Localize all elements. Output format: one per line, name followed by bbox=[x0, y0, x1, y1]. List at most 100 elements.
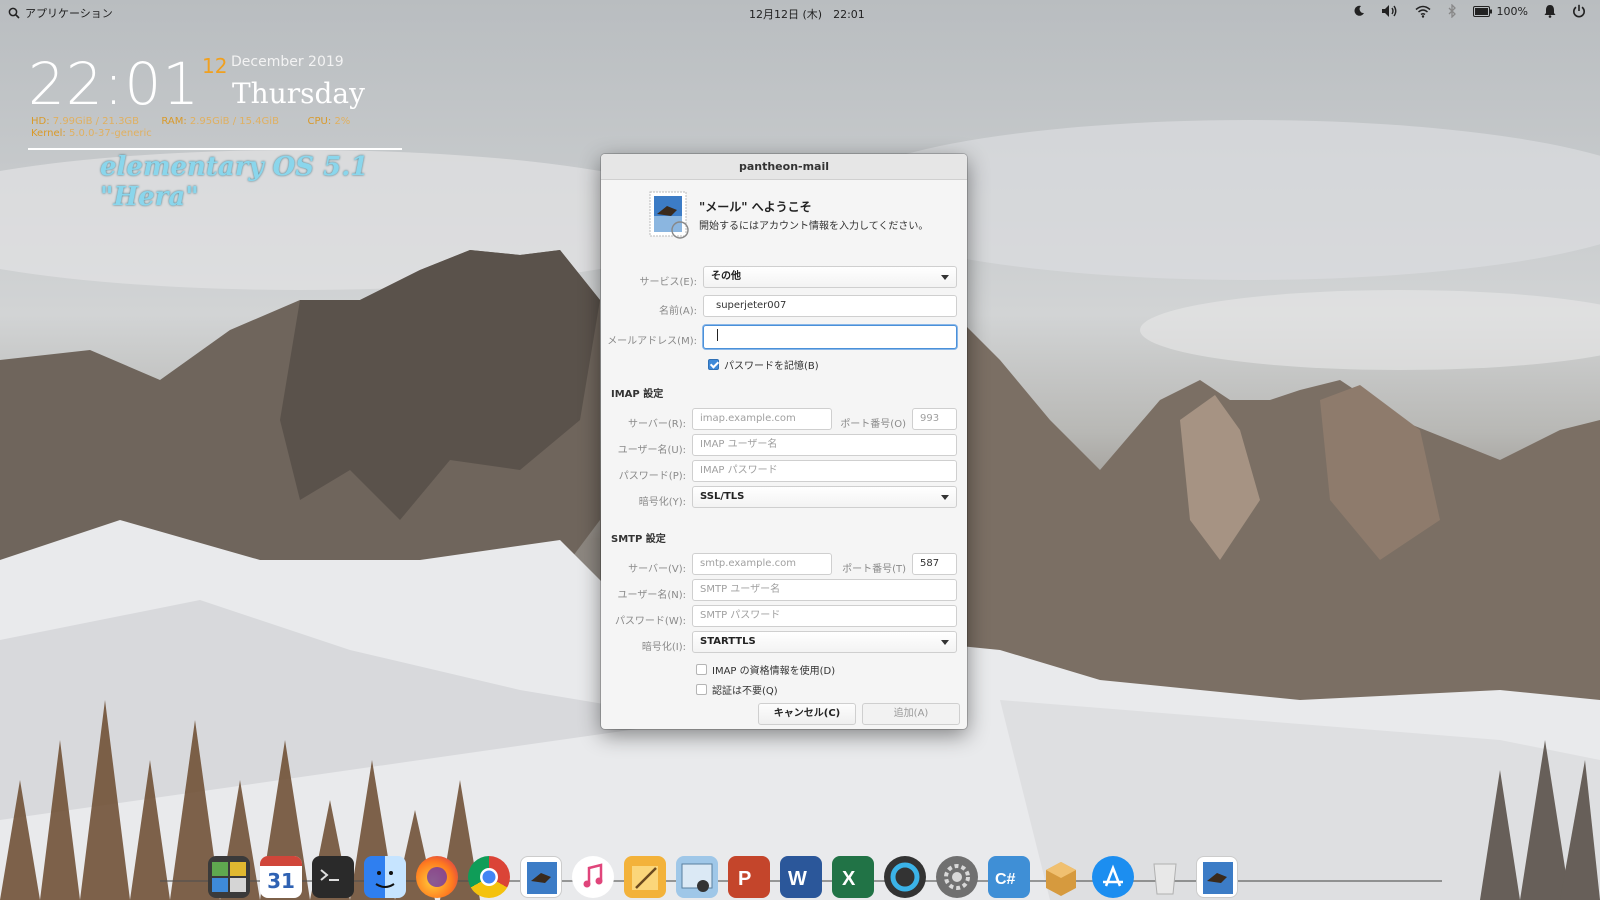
dock-system-settings[interactable] bbox=[936, 856, 978, 898]
smtp-server-field[interactable]: smtp.example.com bbox=[692, 553, 832, 575]
dock-powerpoint[interactable]: P bbox=[728, 856, 770, 898]
cancel-button[interactable]: キャンセル(C) bbox=[758, 703, 856, 725]
dock-mail-running[interactable] bbox=[1196, 856, 1238, 898]
dock-image-viewer[interactable] bbox=[676, 856, 718, 898]
session-indicator[interactable] bbox=[1572, 4, 1586, 18]
conky-stats: HD: 7.99GiB / 21.3GB RAM: 2.95GiB / 15.4… bbox=[31, 116, 350, 140]
music-note-icon bbox=[583, 863, 603, 888]
name-label: 名前(A): bbox=[658, 306, 697, 317]
use-imap-credentials-checkbox[interactable]: IMAP の資格情報を使用(D) bbox=[696, 662, 835, 677]
mail-stamp-icon bbox=[649, 191, 689, 239]
dock-excel[interactable]: X bbox=[832, 856, 874, 898]
smtp-server-label: サーバー(V): bbox=[628, 564, 686, 575]
dock-firefox[interactable] bbox=[416, 856, 458, 898]
network-indicator[interactable] bbox=[1415, 5, 1431, 18]
welcome-header: "メール" へようこそ 開始するにはアカウント情報を入力してください。 bbox=[647, 190, 928, 242]
smtp-password-field[interactable]: SMTP パスワード bbox=[692, 605, 957, 627]
applications-menu-button[interactable]: アプリケーション bbox=[8, 5, 113, 21]
email-field[interactable] bbox=[703, 325, 957, 349]
bluetooth-indicator[interactable] bbox=[1447, 4, 1457, 18]
dock-browser[interactable] bbox=[884, 856, 926, 898]
checkbox-unchecked-icon bbox=[696, 664, 707, 675]
power-battery-indicator[interactable]: 100% bbox=[1472, 5, 1528, 18]
imap-port-field[interactable]: 993 bbox=[912, 408, 957, 430]
dialog-title[interactable]: pantheon-mail bbox=[601, 154, 967, 180]
image-viewer-icon bbox=[681, 863, 713, 892]
dock-code-editor[interactable]: C# bbox=[988, 856, 1030, 898]
imap-password-field[interactable]: IMAP パスワード bbox=[692, 460, 957, 482]
kernel-value: 5.0.0-37-generic bbox=[68, 128, 152, 139]
moon-icon bbox=[1354, 5, 1364, 16]
night-light-indicator[interactable] bbox=[1353, 5, 1365, 17]
smtp-password-label: パスワード(W): bbox=[614, 616, 686, 627]
wifi-icon bbox=[1415, 5, 1431, 18]
no-auth-checkbox[interactable]: 認証は不要(Q) bbox=[696, 682, 778, 697]
add-button[interactable]: 追加(A) bbox=[862, 703, 960, 725]
smtp-user-field[interactable]: SMTP ユーザー名 bbox=[692, 579, 957, 601]
os-name: elementary OS 5.1 "Hera" bbox=[100, 152, 369, 212]
conky-weekday: Thursday bbox=[232, 77, 365, 110]
dock-word[interactable]: W bbox=[780, 856, 822, 898]
power-icon bbox=[1573, 4, 1585, 18]
dock-app-store[interactable] bbox=[1092, 856, 1134, 898]
hdd-label: HD: bbox=[31, 116, 50, 127]
imap-section-heading: IMAP 設定 bbox=[611, 389, 664, 400]
smtp-port-label: ポート番号(T) bbox=[842, 564, 906, 575]
dock-mail[interactable] bbox=[520, 856, 562, 898]
code-editor-icon: C# bbox=[995, 871, 1016, 888]
indicators: 100% bbox=[1353, 4, 1586, 18]
dock-terminal[interactable] bbox=[312, 856, 354, 898]
smtp-port-field[interactable]: 587 bbox=[912, 553, 957, 575]
smtp-encryption-value: STARTTLS bbox=[700, 636, 756, 647]
conky-time: 22:01 bbox=[28, 50, 201, 118]
dock: 31 P W X C# bbox=[208, 856, 1238, 900]
cpu-value: 2% bbox=[334, 116, 351, 127]
notifications-indicator[interactable] bbox=[1544, 4, 1556, 18]
panel-datetime[interactable]: 12月12日 (木) 22:01 bbox=[749, 6, 865, 22]
excel-icon: X bbox=[842, 868, 856, 890]
ram-label: RAM: bbox=[161, 116, 187, 127]
chevron-down-icon bbox=[941, 640, 949, 645]
chrome-icon bbox=[480, 868, 498, 886]
imap-encryption-value: SSL/TLS bbox=[700, 491, 745, 502]
cpu-label: CPU: bbox=[307, 116, 332, 127]
dock-multitasking-view[interactable] bbox=[208, 856, 250, 898]
kernel-label: Kernel: bbox=[31, 128, 66, 139]
hdd-value: 7.99GiB / 21.3GB bbox=[52, 116, 140, 127]
smtp-section-heading: SMTP 設定 bbox=[611, 534, 666, 545]
service-label: サービス(E): bbox=[639, 277, 698, 288]
finder-icon bbox=[375, 871, 395, 888]
calendar-day: 31 bbox=[267, 869, 295, 893]
bell-icon bbox=[1544, 5, 1556, 18]
smtp-encryption-combo[interactable]: STARTTLS bbox=[692, 631, 957, 653]
checkbox-checked-icon bbox=[708, 359, 719, 370]
battery-icon bbox=[1472, 5, 1492, 17]
remember-password-checkbox[interactable]: パスワードを記憶(B) bbox=[708, 357, 819, 372]
dock-chrome[interactable] bbox=[468, 856, 510, 898]
imap-password-label: パスワード(P): bbox=[618, 471, 686, 482]
welcome-subtext: 開始するにはアカウント情報を入力してください。 bbox=[699, 221, 929, 232]
mail-stamp-icon bbox=[1203, 862, 1233, 894]
browser-icon bbox=[890, 862, 920, 892]
dock-music[interactable] bbox=[572, 856, 614, 898]
sound-indicator[interactable] bbox=[1381, 4, 1399, 18]
dock-finder[interactable] bbox=[364, 856, 406, 898]
imap-server-field[interactable]: imap.example.com bbox=[692, 408, 832, 430]
name-field[interactable]: superjeter007 bbox=[703, 295, 957, 317]
smtp-encryption-label: 暗号化(I): bbox=[641, 642, 686, 653]
use-imap-credentials-label: IMAP の資格情報を使用(D) bbox=[712, 666, 836, 677]
imap-encryption-combo[interactable]: SSL/TLS bbox=[692, 486, 957, 508]
chevron-down-icon bbox=[941, 495, 949, 500]
dock-notes[interactable] bbox=[624, 856, 666, 898]
firefox-icon bbox=[427, 867, 447, 887]
notes-pencil-icon bbox=[632, 866, 658, 890]
imap-server-label: サーバー(R): bbox=[627, 419, 686, 430]
calendar-header bbox=[260, 856, 302, 866]
bluetooth-icon bbox=[1448, 4, 1456, 18]
word-icon: W bbox=[788, 868, 807, 890]
service-combo[interactable]: その他 bbox=[703, 266, 957, 288]
dock-trash[interactable] bbox=[1144, 856, 1186, 898]
dock-package-installer[interactable] bbox=[1040, 856, 1082, 898]
dock-calendar[interactable]: 31 bbox=[260, 856, 302, 898]
imap-user-field[interactable]: IMAP ユーザー名 bbox=[692, 434, 957, 456]
